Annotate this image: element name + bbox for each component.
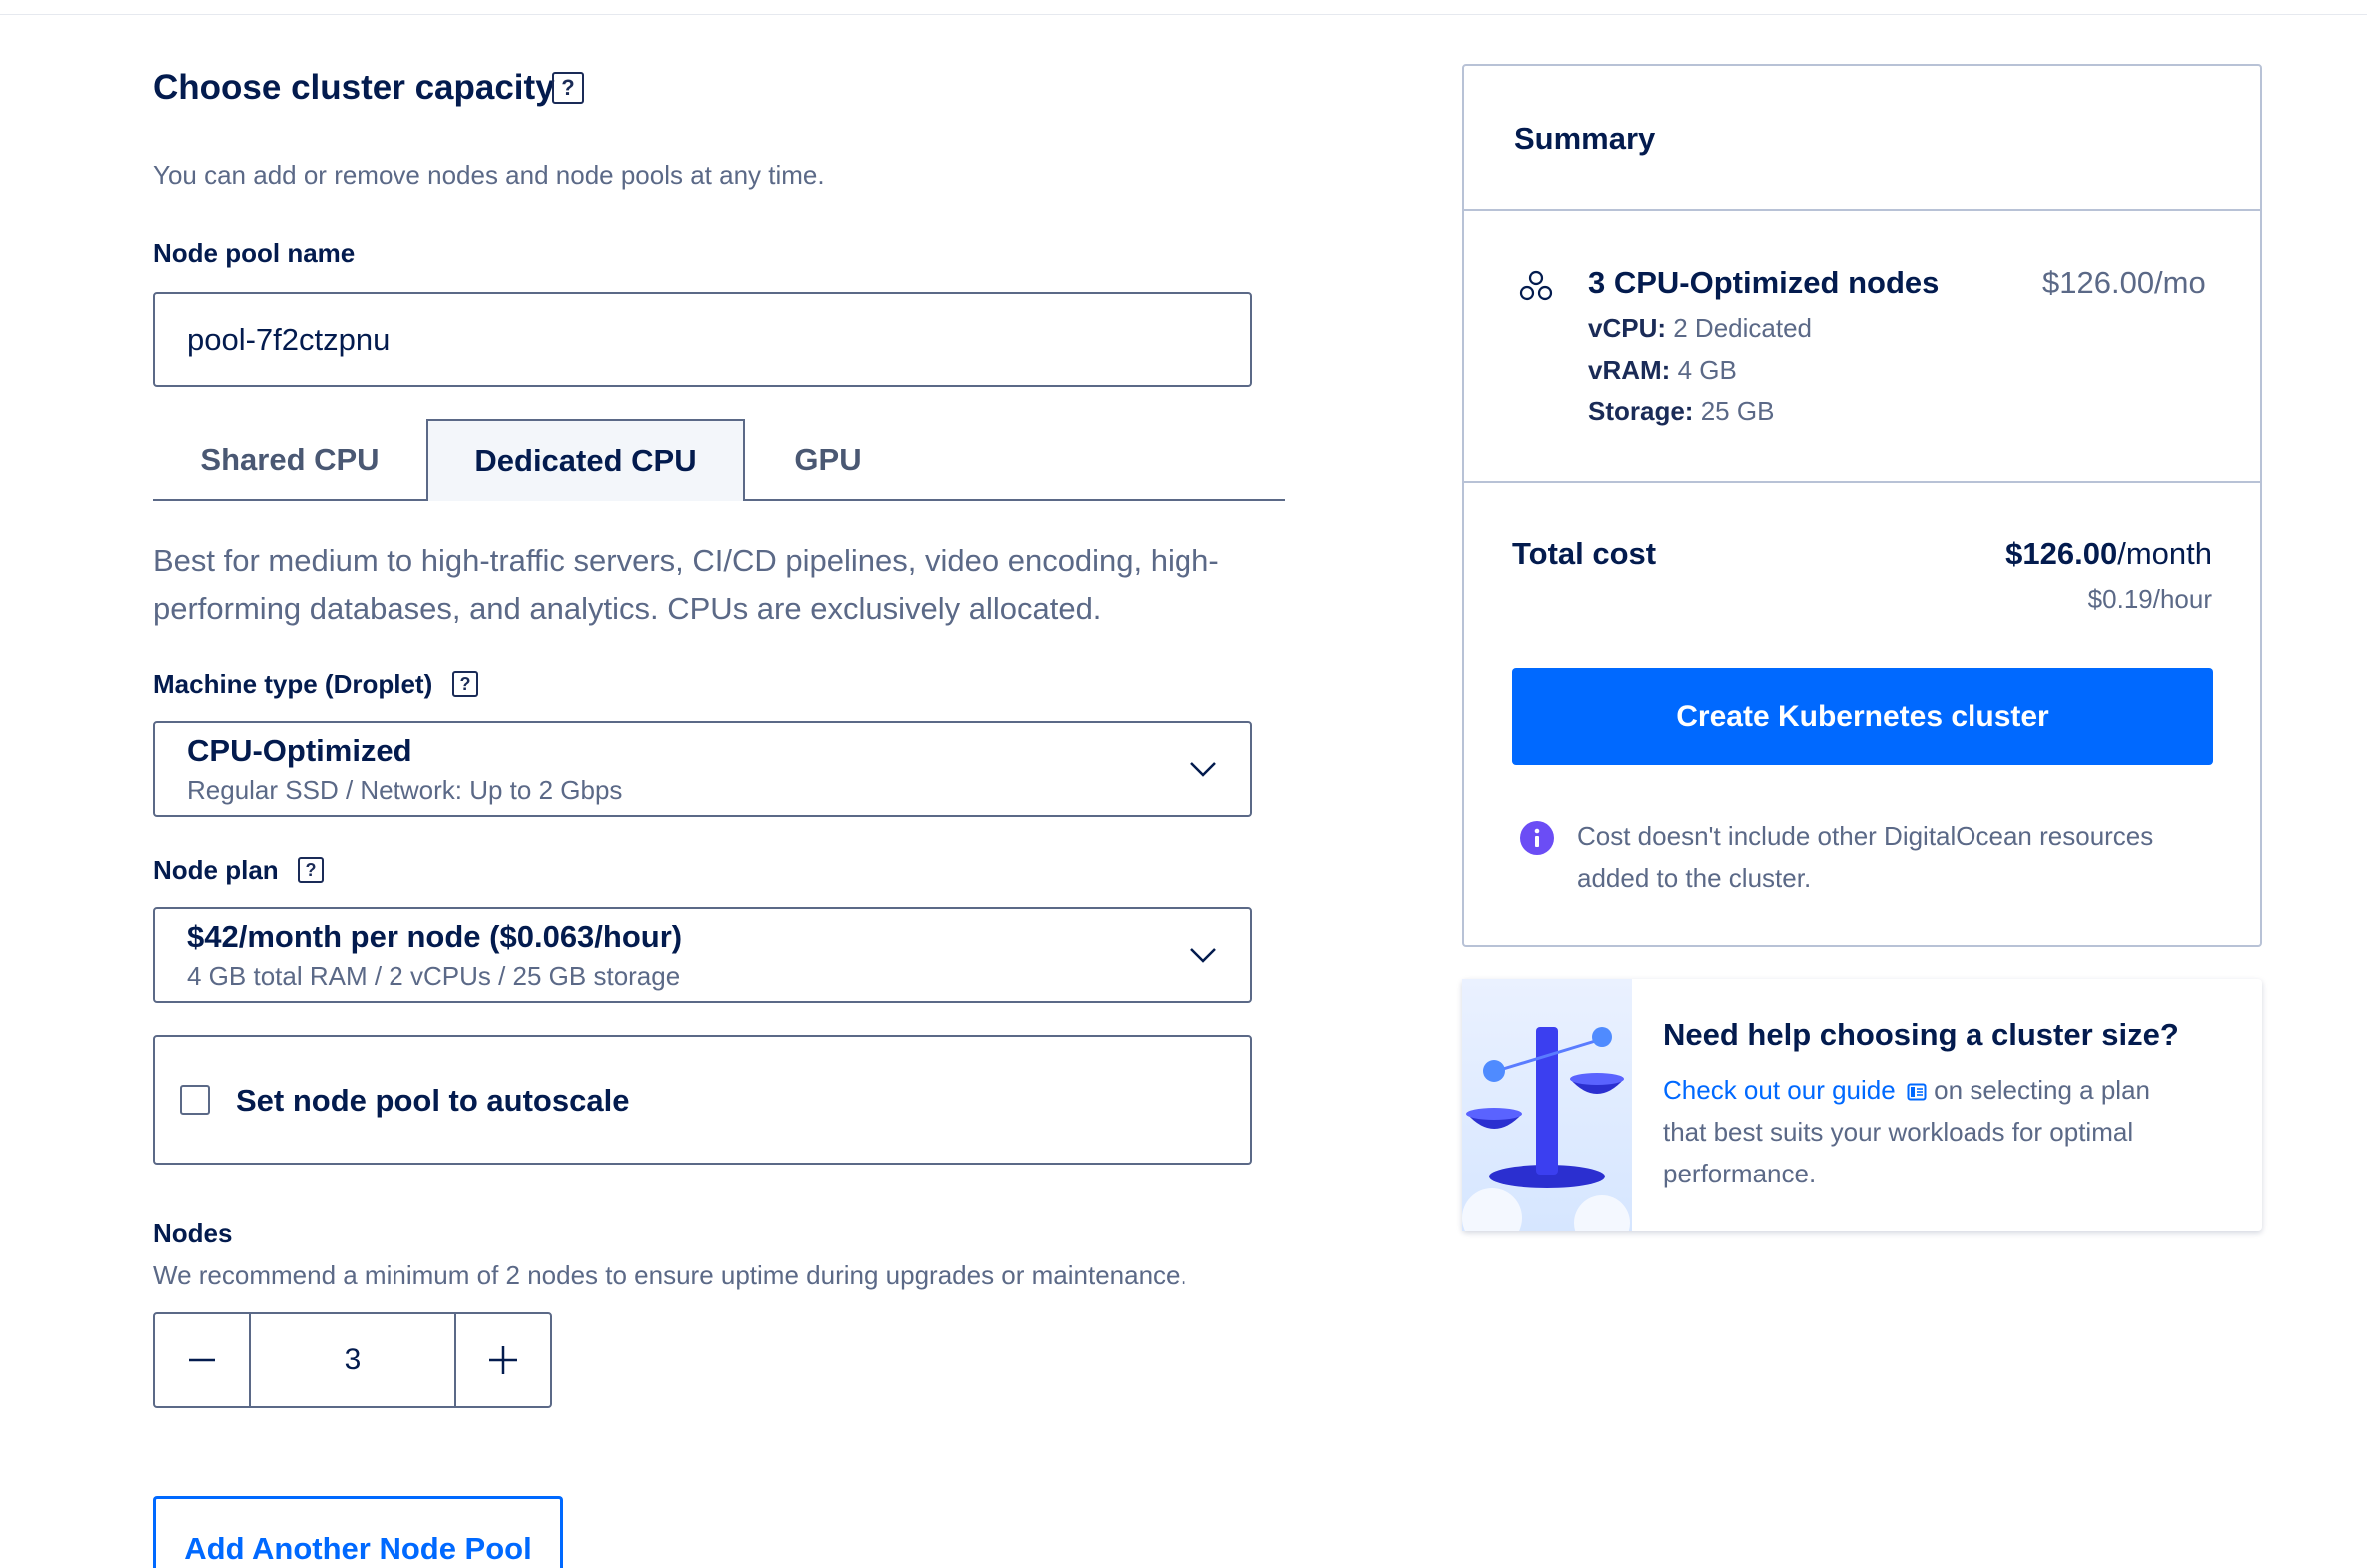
summary-storage-key: Storage: xyxy=(1588,396,1694,426)
nodes-count-value: 3 xyxy=(344,1343,362,1376)
plan-description-line-2: performing databases, and analytics. CPU… xyxy=(153,591,1102,626)
capacity-subtitle: You can add or remove nodes and node poo… xyxy=(153,160,825,190)
help-body: Check out our guide on selecting a plan … xyxy=(1663,1069,2222,1194)
summary-vcpu: vCPU: 2 Dedicated xyxy=(1588,313,1812,344)
tab-shared-cpu[interactable]: Shared CPU xyxy=(153,419,426,500)
cost-note: Cost doesn't include other DigitalOcean … xyxy=(1577,815,2153,899)
chevron-down-icon xyxy=(1190,762,1216,777)
summary-item-price: $126.00/mo xyxy=(2042,265,2206,300)
total-cost-value: $126.00 xyxy=(2005,536,2118,571)
node-plan-subtitle: 4 GB total RAM / 2 vCPUs / 25 GB storage xyxy=(187,961,681,991)
autoscale-option[interactable]: Set node pool to autoscale xyxy=(153,1035,1252,1165)
nodes-stepper: 3 xyxy=(153,1312,552,1408)
summary-divider xyxy=(1462,209,2262,211)
decrement-button[interactable] xyxy=(155,1314,251,1406)
create-cluster-button[interactable]: Create Kubernetes cluster xyxy=(1512,668,2213,765)
tab-dedicated-cpu-label: Dedicated CPU xyxy=(474,443,697,478)
nodes-icon xyxy=(1519,270,1553,301)
help-title: Need help choosing a cluster size? xyxy=(1663,1017,2179,1052)
create-cluster-label: Create Kubernetes cluster xyxy=(1676,699,2049,733)
tab-gpu[interactable]: GPU xyxy=(745,419,911,500)
help-line-2: that best suits your workloads for optim… xyxy=(1663,1117,2134,1147)
tab-gpu-label: GPU xyxy=(794,441,862,477)
summary-storage-value: 25 GB xyxy=(1700,396,1775,426)
machine-type-label: Machine type (Droplet) xyxy=(153,669,433,699)
node-pool-name-input[interactable]: pool-7f2ctzpnu xyxy=(153,292,1252,387)
help-icon[interactable]: ? xyxy=(298,857,324,883)
add-node-pool-label: Add Another Node Pool xyxy=(184,1531,532,1566)
summary-vram: vRAM: 4 GB xyxy=(1588,355,1737,386)
add-node-pool-button[interactable]: Add Another Node Pool xyxy=(153,1496,563,1568)
help-line-1-rest: on selecting a plan xyxy=(1926,1075,2150,1105)
nodes-hint: We recommend a minimum of 2 nodes to ens… xyxy=(153,1260,1187,1290)
plus-icon xyxy=(489,1346,517,1374)
plan-description: Best for medium to high-traffic servers,… xyxy=(153,537,1219,633)
node-plan-label: Node plan xyxy=(153,855,279,885)
node-plan-select[interactable]: $42/month per node ($0.063/hour) 4 GB to… xyxy=(153,907,1252,1003)
increment-button[interactable] xyxy=(456,1314,550,1406)
minus-icon xyxy=(189,1358,215,1362)
machine-type-select[interactable]: CPU-Optimized Regular SSD / Network: Up … xyxy=(153,721,1252,817)
help-icon[interactable]: ? xyxy=(452,671,478,697)
summary-title: Summary xyxy=(1514,121,1656,156)
top-border xyxy=(0,0,2367,15)
node-pool-name-label: Node pool name xyxy=(153,238,356,268)
summary-vram-key: vRAM: xyxy=(1588,355,1671,385)
total-cost-unit: /month xyxy=(2117,536,2212,571)
summary-vcpu-key: vCPU: xyxy=(1588,313,1667,343)
machine-type-value: CPU-Optimized xyxy=(187,733,412,768)
nodes-label: Nodes xyxy=(153,1218,233,1248)
guide-link[interactable]: Check out our guide xyxy=(1663,1075,1896,1105)
plan-description-line-1: Best for medium to high-traffic servers,… xyxy=(153,543,1219,578)
tab-dedicated-cpu[interactable]: Dedicated CPU xyxy=(426,419,745,501)
summary-storage: Storage: 25 GB xyxy=(1588,396,1774,427)
cost-note-line-1: Cost doesn't include other DigitalOcean … xyxy=(1577,821,2154,851)
machine-type-subtitle: Regular SSD / Network: Up to 2 Gbps xyxy=(187,775,623,805)
summary-vcpu-value: 2 Dedicated xyxy=(1673,313,1813,343)
checkbox-icon[interactable] xyxy=(180,1085,210,1115)
node-pool-name-value: pool-7f2ctzpnu xyxy=(187,322,391,357)
chevron-down-icon xyxy=(1190,948,1216,963)
total-cost-hourly: $0.19/hour xyxy=(2087,584,2212,614)
help-card: Need help choosing a cluster size? Check… xyxy=(1462,979,2262,1231)
help-line-3: performance. xyxy=(1663,1159,1817,1188)
total-cost-label: Total cost xyxy=(1512,536,1657,571)
cost-note-line-2: added to the cluster. xyxy=(1577,863,1812,893)
autoscale-label: Set node pool to autoscale xyxy=(236,1083,630,1118)
summary-divider xyxy=(1462,481,2262,483)
external-doc-icon[interactable] xyxy=(1907,1082,1927,1102)
total-cost-amount: $126.00/month xyxy=(2005,536,2212,572)
nodes-count-input[interactable]: 3 xyxy=(251,1314,456,1406)
summary-vram-value: 4 GB xyxy=(1677,355,1737,385)
capacity-heading: Choose cluster capacity xyxy=(153,68,555,108)
capacity-title: Choose cluster capacity xyxy=(153,68,555,107)
node-plan-value: $42/month per node ($0.063/hour) xyxy=(187,919,683,954)
help-icon[interactable]: ? xyxy=(552,72,584,104)
scale-illustration xyxy=(1462,979,1632,1231)
info-icon xyxy=(1520,821,1554,855)
tab-shared-cpu-label: Shared CPU xyxy=(200,441,380,477)
summary-item-title: 3 CPU-Optimized nodes xyxy=(1588,265,1940,300)
